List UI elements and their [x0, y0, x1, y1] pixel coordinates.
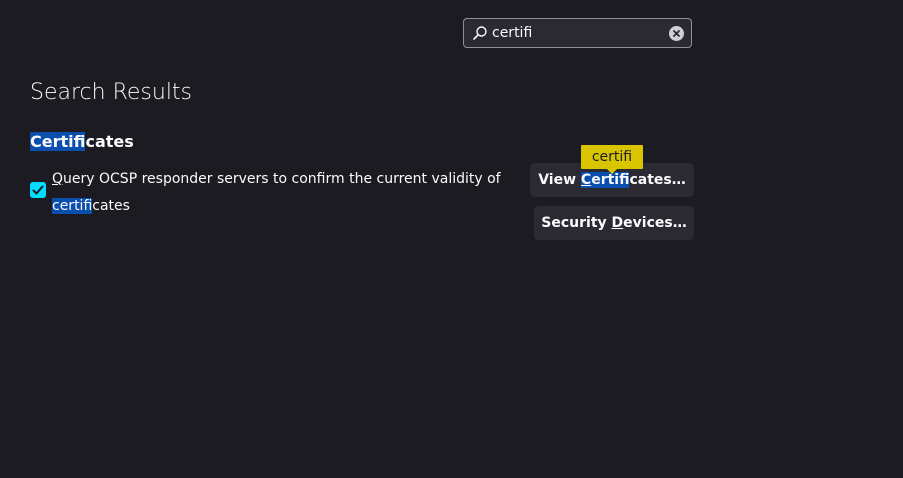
- tooltip-arrow: [607, 169, 617, 174]
- search-icon: [472, 25, 488, 41]
- group-title-rest: cates: [85, 132, 134, 151]
- accesskey-c: C: [580, 172, 592, 188]
- ocsp-label-line1: uery OCSP responder servers to confirm t…: [63, 171, 501, 187]
- search-tooltip: certifi: [581, 145, 643, 169]
- accesskey-d: D: [611, 215, 624, 231]
- search-highlight: Certifi: [30, 132, 86, 151]
- ocsp-checkbox-label[interactable]: Query OCSP responder servers to confirm …: [52, 166, 512, 220]
- preferences-page: Search Results Certificates Query OCSP r…: [0, 0, 903, 478]
- search-results-title: Search Results: [30, 80, 193, 105]
- button-text: cates…: [629, 172, 686, 188]
- search-highlight: Certifi: [580, 172, 630, 188]
- security-devices-button[interactable]: Security Devices…: [534, 206, 694, 240]
- search-highlight: certifi: [52, 198, 93, 214]
- ocsp-label-line2: cates: [92, 198, 130, 214]
- highlight-rest: ertifi: [591, 172, 630, 188]
- search-box[interactable]: [463, 18, 692, 48]
- checkmark-icon: [32, 185, 44, 195]
- ocsp-checkbox[interactable]: [30, 182, 46, 198]
- certificates-group-title: Certificates: [30, 132, 134, 151]
- accesskey-q: Q: [52, 171, 64, 187]
- clear-icon[interactable]: [669, 26, 684, 41]
- button-text: View: [538, 172, 577, 188]
- button-text: evices…: [623, 215, 687, 231]
- search-input[interactable]: [492, 22, 662, 44]
- button-text: Security: [541, 215, 607, 231]
